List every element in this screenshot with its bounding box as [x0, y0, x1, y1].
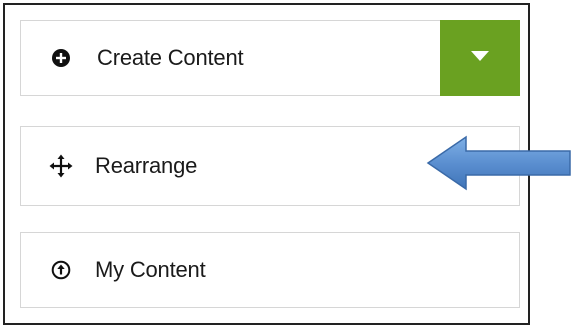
caret-down-icon — [470, 49, 490, 67]
plus-circle-icon — [49, 46, 73, 70]
create-content-label: Create Content — [97, 45, 244, 70]
move-arrows-icon — [49, 154, 73, 178]
upload-circle-icon — [49, 258, 73, 282]
create-content-dropdown-toggle[interactable] — [440, 20, 520, 96]
rearrange-label: Rearrange — [95, 153, 198, 178]
pointer-arrow-icon — [426, 135, 571, 191]
my-content-button[interactable]: My Content — [20, 232, 520, 308]
create-content-button[interactable]: Create Content — [20, 20, 520, 96]
my-content-label: My Content — [95, 257, 206, 282]
